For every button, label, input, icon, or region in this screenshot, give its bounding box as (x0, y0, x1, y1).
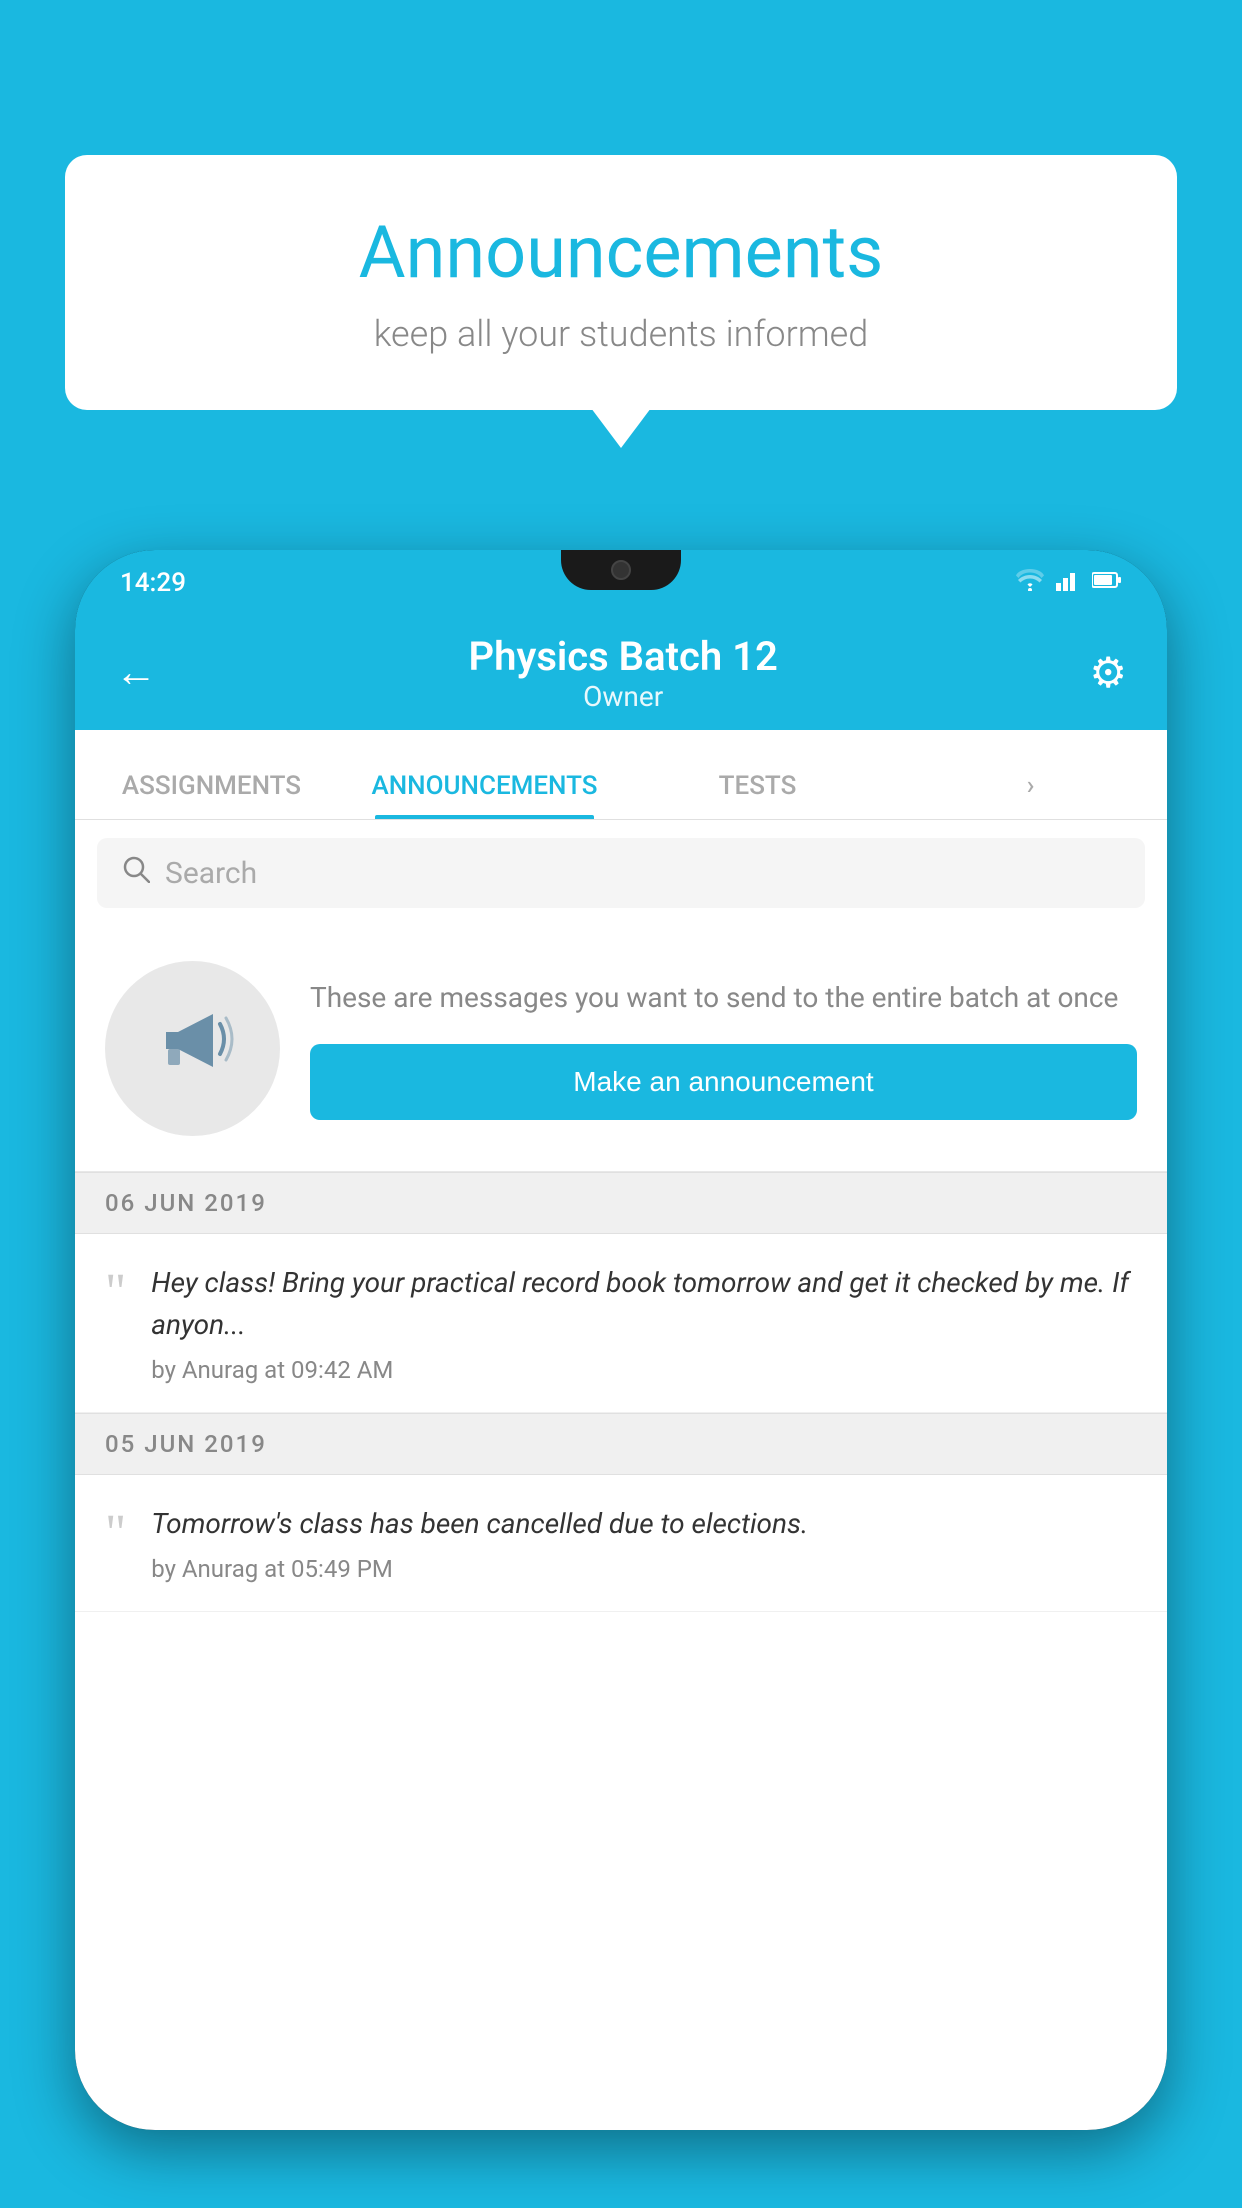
phone-frame: 14:29 (75, 550, 1167, 2130)
quote-icon-2: " (105, 1508, 126, 1560)
speech-bubble-subtitle: keep all your students informed (125, 313, 1117, 355)
megaphone-circle (105, 961, 280, 1136)
phone-notch (561, 550, 681, 590)
tab-bar: ASSIGNMENTS ANNOUNCEMENTS TESTS › (75, 730, 1167, 820)
tab-announcements[interactable]: ANNOUNCEMENTS (348, 771, 621, 819)
status-time: 14:29 (120, 568, 186, 598)
announcement-item-2[interactable]: " Tomorrow's class has been cancelled du… (75, 1475, 1167, 1612)
announcement-placeholder-right: These are messages you want to send to t… (310, 977, 1137, 1120)
announcement-meta-1: by Anurag at 09:42 AM (151, 1356, 1137, 1384)
speech-bubble-title: Announcements (125, 210, 1117, 295)
announcement-meta-2: by Anurag at 05:49 PM (151, 1555, 1137, 1583)
camera-icon (611, 560, 631, 580)
speech-bubble-container: Announcements keep all your students inf… (65, 155, 1177, 410)
tab-tests[interactable]: TESTS (621, 771, 894, 819)
settings-icon[interactable]: ⚙ (1089, 648, 1127, 698)
phone-container: 14:29 (75, 550, 1167, 2208)
quote-icon-1: " (105, 1267, 126, 1319)
search-bar[interactable]: Search (97, 838, 1145, 908)
date-separator-2: 05 JUN 2019 (75, 1413, 1167, 1475)
megaphone-icon (148, 994, 238, 1103)
status-bar: 14:29 (75, 550, 1167, 615)
batch-role: Owner (469, 680, 778, 713)
wifi-icon (1016, 569, 1044, 597)
make-announcement-button[interactable]: Make an announcement (310, 1044, 1137, 1120)
phone-content: Search These are message (75, 820, 1167, 2130)
search-bar-container: Search (75, 820, 1167, 926)
announcement-text-2: Tomorrow's class has been cancelled due … (151, 1503, 1137, 1545)
announcement-content-2: Tomorrow's class has been cancelled due … (151, 1503, 1137, 1583)
tab-assignments[interactable]: ASSIGNMENTS (75, 771, 348, 819)
battery-icon (1092, 570, 1122, 595)
announcement-text-1: Hey class! Bring your practical record b… (151, 1262, 1137, 1346)
header-title-container: Physics Batch 12 Owner (469, 633, 778, 713)
announcement-content-1: Hey class! Bring your practical record b… (151, 1262, 1137, 1384)
speech-bubble: Announcements keep all your students inf… (65, 155, 1177, 410)
back-button[interactable]: ← (115, 648, 157, 697)
search-icon (122, 855, 150, 891)
announcement-placeholder: These are messages you want to send to t… (75, 926, 1167, 1172)
announcement-item-1[interactable]: " Hey class! Bring your practical record… (75, 1234, 1167, 1413)
search-placeholder: Search (165, 856, 257, 891)
status-icons (1016, 569, 1122, 597)
tab-more[interactable]: › (894, 771, 1167, 819)
placeholder-description: These are messages you want to send to t… (310, 977, 1137, 1019)
date-separator-1: 06 JUN 2019 (75, 1172, 1167, 1234)
signal-icon (1056, 569, 1080, 597)
app-header: ← Physics Batch 12 Owner ⚙ (75, 615, 1167, 730)
batch-title: Physics Batch 12 (469, 633, 778, 680)
